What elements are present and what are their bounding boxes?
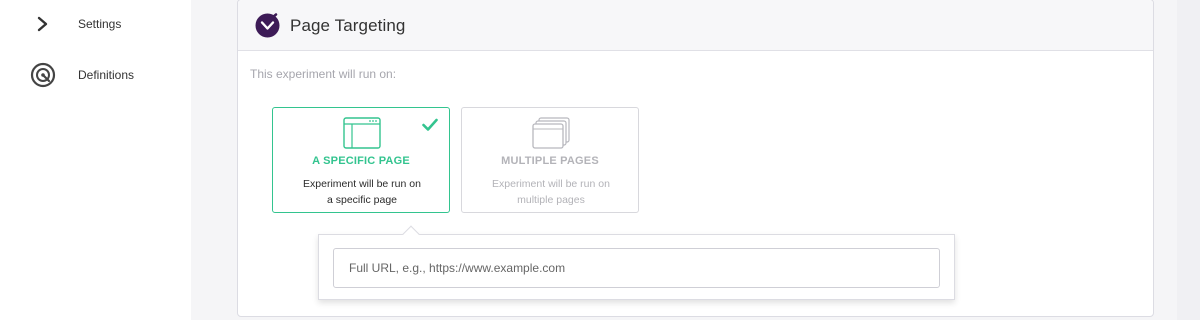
run-on-label: This experiment will run on: bbox=[250, 67, 397, 81]
main-content: Page Targeting This experiment will run … bbox=[191, 0, 1177, 320]
sidebar-item-label: Definitions bbox=[78, 68, 135, 82]
option-description: Experiment will be run on multiple pages bbox=[482, 176, 620, 208]
option-description-line: a specific page bbox=[326, 194, 398, 206]
option-title: A SPECIFIC PAGE bbox=[312, 155, 410, 167]
option-description: Experiment will be run on a specific pag… bbox=[293, 176, 431, 208]
option-multiple-pages[interactable]: MULTIPLE PAGES Experiment will be run on… bbox=[461, 107, 639, 213]
sidebar-item-label: Settings bbox=[78, 17, 122, 31]
sidebar: Settings Definitions bbox=[0, 0, 191, 320]
option-description-line: Experiment will be run on bbox=[492, 178, 610, 190]
target-icon bbox=[30, 62, 56, 88]
panel-title: Page Targeting bbox=[290, 16, 406, 35]
right-gutter bbox=[1177, 0, 1200, 320]
option-specific-page[interactable]: A SPECIFIC PAGE Experiment will be run o… bbox=[272, 107, 450, 213]
single-window-icon bbox=[343, 117, 381, 149]
option-description-line: Experiment will be run on bbox=[303, 178, 421, 190]
sidebar-item-definitions[interactable]: Definitions bbox=[0, 55, 191, 95]
brand-chevron-icon bbox=[255, 13, 280, 38]
url-popover bbox=[318, 225, 955, 300]
option-description-line: multiple pages bbox=[517, 194, 585, 206]
chevron-right-icon bbox=[30, 11, 56, 37]
sidebar-item-settings[interactable]: Settings bbox=[0, 4, 191, 44]
page-targeting-panel: Page Targeting This experiment will run … bbox=[237, 0, 1154, 317]
panel-header: Page Targeting bbox=[238, 0, 1153, 51]
popover-arrow bbox=[402, 225, 420, 243]
checkmark-icon bbox=[422, 118, 438, 132]
option-title: MULTIPLE PAGES bbox=[501, 155, 599, 167]
url-input[interactable] bbox=[333, 248, 940, 288]
stacked-windows-icon bbox=[532, 117, 570, 149]
